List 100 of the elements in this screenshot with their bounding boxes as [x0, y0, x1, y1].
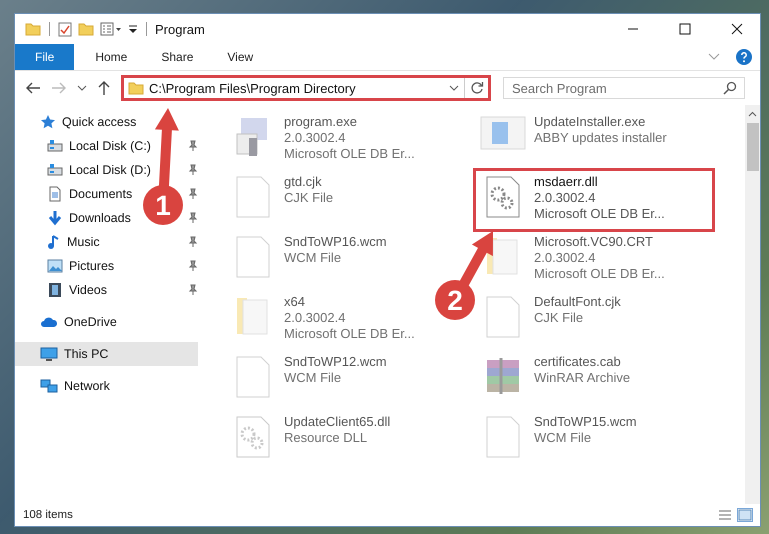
- details-view-icon[interactable]: [718, 509, 732, 521]
- properties-icon[interactable]: [58, 21, 72, 37]
- navigation-item[interactable]: Network: [15, 374, 116, 398]
- address-bar[interactable]: C:\Program Files\Program Directory: [121, 75, 491, 101]
- drive-icon: [47, 139, 63, 153]
- file-name: SndToWP16.wcm: [284, 234, 387, 250]
- recent-locations-icon[interactable]: [77, 84, 87, 92]
- back-arrow-icon[interactable]: [25, 81, 41, 95]
- navigation-label: Quick access: [62, 115, 136, 129]
- file-detail: 2.0.3002.4: [534, 250, 596, 266]
- pin-icon[interactable]: [188, 260, 198, 272]
- file-item[interactable]: gtd.cjk CJK File: [226, 171, 338, 229]
- expand-ribbon-icon[interactable]: [708, 53, 720, 61]
- scrollbar[interactable]: [745, 105, 760, 504]
- file-detail: 2.0.3002.4: [284, 130, 346, 146]
- file-item[interactable]: x64 2.0.3002.4 Microsoft OLE DB Er...: [226, 291, 419, 349]
- file-name: UpdateClient65.dll: [284, 414, 390, 430]
- address-path: C:\Program Files\Program Directory: [149, 80, 357, 96]
- up-arrow-icon[interactable]: [97, 80, 111, 96]
- file-detail: CJK File: [534, 310, 584, 326]
- file-detail: Microsoft OLE DB Er...: [284, 326, 415, 342]
- network-icon: [40, 379, 58, 393]
- ribbon-tab[interactable]: Share: [148, 44, 206, 70]
- pin-icon[interactable]: [188, 212, 198, 224]
- file-item[interactable]: Microsoft.VC90.CRT 2.0.3002.4 Microsoft OLE DB Er...: [476, 231, 669, 289]
- file-detail: WCM File: [284, 250, 342, 266]
- pin-icon[interactable]: [188, 188, 198, 200]
- file-item[interactable]: UpdateInstaller.exe ABBY updates installer: [476, 111, 671, 169]
- picture-icon: [47, 259, 63, 273]
- step-number: 2: [447, 285, 463, 316]
- maximize-icon: [679, 23, 691, 35]
- file-detail: WCM File: [284, 370, 342, 386]
- file-name: Microsoft.VC90.CRT: [534, 234, 654, 250]
- music-note-icon: [47, 234, 61, 250]
- view-options-icon[interactable]: [100, 22, 122, 36]
- navigation-item[interactable]: Videos: [22, 278, 113, 302]
- refresh-icon[interactable]: [470, 81, 484, 95]
- file-name: gtd.cjk: [284, 174, 323, 190]
- file-name: x64: [284, 294, 306, 310]
- folder-icon: [128, 81, 144, 95]
- navigation-item[interactable]: Documents: [22, 182, 138, 206]
- navigation-label: Documents: [69, 187, 132, 201]
- file-name: SndToWP15.wcm: [534, 414, 637, 430]
- item-count: 108 items: [23, 509, 73, 521]
- pin-icon[interactable]: [188, 140, 198, 152]
- navigation-label: Local Disk (C:): [69, 139, 151, 153]
- navigation-item[interactable]: OneDrive: [15, 310, 123, 334]
- navigation-item[interactable]: Downloads: [22, 206, 137, 230]
- pin-icon[interactable]: [188, 164, 198, 176]
- navigation-item[interactable]: Pictures: [22, 254, 120, 278]
- file-detail: 2.0.3002.4: [534, 190, 596, 206]
- file-name: SndToWP12.wcm: [284, 354, 387, 370]
- download-arrow-icon: [47, 210, 63, 226]
- file-name: msdaerr.dll: [534, 174, 599, 190]
- file-item[interactable]: certificates.cab WinRAR Archive: [476, 351, 634, 409]
- file-item[interactable]: SndToWP15.wcm WCM File: [476, 411, 641, 469]
- close-icon: [731, 23, 743, 35]
- star-icon: [40, 114, 56, 130]
- navigation-label: Network: [64, 379, 110, 393]
- file-detail: Microsoft OLE DB Er...: [534, 206, 665, 222]
- navigation-item[interactable]: Local Disk (C:): [22, 134, 157, 158]
- installer-icon: [480, 116, 526, 152]
- ribbon-tab[interactable]: View: [214, 44, 266, 70]
- blank-file-icon: [236, 176, 270, 218]
- file-item[interactable]: msdaerr.dll 2.0.3002.4 Microsoft OLE DB Er...: [476, 171, 712, 229]
- ribbon-tab[interactable]: Home: [82, 44, 140, 70]
- scroll-up-icon[interactable]: [748, 111, 757, 117]
- navigation-item[interactable]: Quick access: [15, 110, 142, 134]
- file-detail: ABBY updates installer: [534, 130, 667, 146]
- help-icon[interactable]: [736, 49, 752, 65]
- file-detail: 2.0.3002.4: [284, 310, 346, 326]
- navigation-item[interactable]: Music: [22, 230, 106, 254]
- file-item[interactable]: UpdateClient65.dll Resource DLL: [226, 411, 394, 469]
- navigation-item[interactable]: Local Disk (D:): [22, 158, 157, 182]
- navigation-label: Music: [67, 235, 100, 249]
- file-detail: Microsoft OLE DB Er...: [284, 146, 415, 162]
- navigation-label: Videos: [69, 283, 107, 297]
- cloud-icon: [40, 316, 58, 328]
- file-name: DefaultFont.cjk: [534, 294, 621, 310]
- navigation-item[interactable]: This PC: [15, 342, 198, 366]
- file-detail: Resource DLL: [284, 430, 368, 446]
- navigation-label: Pictures: [69, 259, 114, 273]
- film-icon: [47, 282, 63, 298]
- file-item[interactable]: program.exe 2.0.3002.4 Microsoft OLE DB Er...: [226, 111, 419, 169]
- search-field[interactable]: Search Program: [503, 77, 745, 99]
- dropdown-caret-icon[interactable]: [449, 84, 459, 92]
- scrollbar-thumb[interactable]: [746, 123, 758, 171]
- file-name: program.exe: [284, 114, 358, 130]
- file-item[interactable]: DefaultFont.cjk CJK File: [476, 291, 625, 349]
- pin-icon[interactable]: [188, 284, 198, 296]
- navigation-label: This PC: [64, 347, 108, 361]
- large-icons-view-icon[interactable]: [738, 509, 752, 521]
- file-item[interactable]: SndToWP16.wcm WCM File: [226, 231, 391, 289]
- file-detail: Microsoft OLE DB Er...: [534, 266, 665, 282]
- file-item[interactable]: SndToWP12.wcm WCM File: [226, 351, 391, 409]
- file-detail: CJK File: [284, 190, 334, 206]
- pin-icon[interactable]: [188, 236, 198, 248]
- blank-file-icon: [236, 236, 270, 278]
- blank-file-icon: [486, 416, 520, 458]
- navigation-label: Local Disk (D:): [69, 163, 151, 177]
